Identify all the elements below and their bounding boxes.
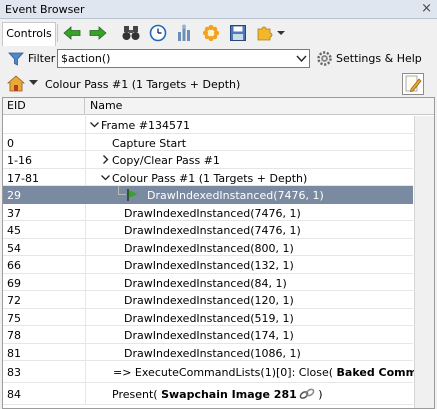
- chevron-down-icon[interactable]: [101, 173, 110, 182]
- table-row[interactable]: 83 => ExecuteCommandLists(1)[0]: Close( …: [3, 361, 434, 383]
- settings-gear-icon[interactable]: [316, 50, 333, 67]
- gear-flower-icon[interactable]: [201, 24, 221, 42]
- table-row[interactable]: 66 DrawIndexedInstanced(132, 1): [3, 256, 413, 274]
- row-name: Present( Swapchain Image 281 ): [112, 388, 323, 401]
- chevron-right-icon[interactable]: [101, 155, 110, 164]
- row-name: DrawIndexedInstanced(132, 1): [124, 259, 294, 272]
- toolbar: Controls: [0, 20, 437, 46]
- row-eid: 0: [7, 136, 14, 150]
- edit-bookmark-button[interactable]: [402, 73, 424, 95]
- row-name: DrawIndexedInstanced(519, 1): [124, 311, 294, 325]
- home-icon[interactable]: [7, 75, 25, 92]
- pencil-icon: [405, 75, 422, 92]
- table-row-selected[interactable]: 29 DrawIndexedInstanced(7476, 1): [3, 186, 413, 204]
- row-name: Colour Pass #1 (1 Targets + Depth): [112, 171, 308, 185]
- row-name: DrawIndexedInstanced(7476, 1): [147, 189, 324, 202]
- green-right-arrow-icon[interactable]: [88, 24, 108, 42]
- row-eid: 81: [7, 346, 21, 360]
- row-name: Copy/Clear Pass #1: [112, 154, 220, 167]
- row-eid: 72: [7, 294, 21, 307]
- tab-controls[interactable]: Controls: [2, 22, 56, 46]
- breadcrumb: Colour Pass #1 (1 Targets + Depth): [0, 72, 437, 97]
- table-header: EID Name: [3, 98, 434, 115]
- link-icon[interactable]: [299, 388, 315, 400]
- row-eid: 69: [7, 276, 21, 290]
- window-titlebar: Event Browser ×: [0, 0, 437, 19]
- row-name: DrawIndexedInstanced(120, 1): [124, 294, 294, 307]
- row-name: DrawIndexedInstanced(7476, 1): [124, 206, 301, 220]
- row-name: Frame #134571: [101, 119, 190, 132]
- filter-label: Filter: [28, 52, 56, 65]
- chevron-down-icon[interactable]: [294, 50, 309, 67]
- event-table: EID Name Frame #134571 0 Capture Start 1…: [2, 97, 435, 409]
- close-icon[interactable]: ×: [421, 1, 432, 16]
- breadcrumb-dropdown-icon[interactable]: [29, 78, 38, 87]
- row-name: DrawIndexedInstanced(1086, 1): [124, 346, 301, 360]
- table-row[interactable]: 75 DrawIndexedInstanced(519, 1): [3, 308, 413, 326]
- row-name: DrawIndexedInstanced(800, 1): [124, 241, 294, 255]
- breadcrumb-path[interactable]: Colour Pass #1 (1 Targets + Depth): [45, 78, 240, 91]
- table-row[interactable]: 45 DrawIndexedInstanced(7476, 1): [3, 221, 413, 239]
- row-eid: 75: [7, 311, 21, 325]
- row-eid: 78: [7, 329, 21, 342]
- funnel-icon: [8, 52, 24, 66]
- table-row[interactable]: 0 Capture Start: [3, 133, 413, 151]
- row-eid: 83: [7, 366, 21, 379]
- filter-input[interactable]: $action(): [57, 49, 310, 68]
- column-header-name[interactable]: Name: [86, 98, 406, 115]
- table-row[interactable]: 17-81 Colour Pass #1 (1 Targets + Depth): [3, 168, 413, 186]
- row-eid: 54: [7, 241, 21, 255]
- row-name-bold: Swapchain Image 281: [161, 388, 297, 401]
- toolbar-separator: [57, 24, 58, 42]
- table-row[interactable]: 72 DrawIndexedInstanced(120, 1): [3, 291, 413, 309]
- vertical-scrollbar[interactable]: [414, 116, 434, 408]
- column-header-eid[interactable]: EID: [3, 98, 85, 115]
- row-eid: 1-16: [7, 154, 32, 167]
- green-left-arrow-icon[interactable]: [62, 24, 82, 42]
- row-eid: 37: [7, 206, 21, 220]
- row-eid: 66: [7, 259, 21, 272]
- filter-bar: Filter $action() Settings & Help: [0, 47, 437, 71]
- chevron-down-icon[interactable]: [90, 120, 99, 129]
- table-row[interactable]: 84 Present( Swapchain Image 281 ): [3, 383, 413, 405]
- table-row[interactable]: Frame #134571: [3, 116, 413, 134]
- current-event-flag-icon: [127, 189, 138, 201]
- table-row[interactable]: 78 DrawIndexedInstanced(174, 1): [3, 326, 413, 344]
- row-name-suffix: ): [314, 388, 323, 401]
- save-disk-icon[interactable]: [228, 24, 248, 42]
- row-name: DrawIndexedInstanced(7476, 1): [124, 224, 301, 237]
- table-row[interactable]: 1-16 Copy/Clear Pass #1: [3, 151, 413, 169]
- puzzle-icon[interactable]: [255, 24, 275, 42]
- row-eid: 45: [7, 224, 21, 237]
- row-name-prefix: Present(: [112, 388, 162, 401]
- clock-icon[interactable]: [148, 24, 168, 42]
- table-row[interactable]: 54 DrawIndexedInstanced(800, 1): [3, 238, 413, 256]
- settings-help-button[interactable]: Settings & Help: [336, 52, 422, 65]
- table-row[interactable]: 81 DrawIndexedInstanced(1086, 1): [3, 343, 413, 361]
- row-name: => ExecuteCommandLists(1)[0]: Close( Bak…: [113, 366, 434, 379]
- row-eid: 17-81: [7, 171, 39, 185]
- row-name: DrawIndexedInstanced(174, 1): [124, 329, 294, 342]
- dropdown-caret-icon[interactable]: [276, 24, 286, 42]
- row-eid: 84: [7, 388, 21, 401]
- row-name-prefix: => ExecuteCommandLists(1)[0]: Close(: [113, 366, 337, 379]
- window-title: Event Browser: [5, 3, 85, 16]
- bar-chart-icon[interactable]: [174, 24, 194, 42]
- table-row[interactable]: 69 DrawIndexedInstanced(84, 1): [3, 273, 413, 291]
- row-name: Capture Start: [112, 136, 187, 150]
- row-eid: 29: [7, 189, 21, 202]
- binoculars-icon[interactable]: [121, 24, 141, 42]
- row-name: DrawIndexedInstanced(84, 1): [124, 276, 287, 290]
- table-row[interactable]: 37 DrawIndexedInstanced(7476, 1): [3, 203, 413, 221]
